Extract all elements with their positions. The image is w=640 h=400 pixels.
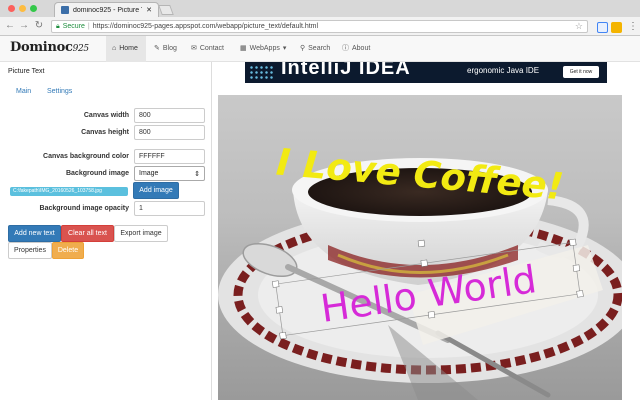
tab-title: dominoc925 - Picture Text [73,6,142,14]
bg-image-value: Image [139,170,159,177]
bg-image-select[interactable]: Image ⇕ [134,166,205,181]
back-icon[interactable]: ← [4,20,16,32]
browser-tab[interactable]: dominoc925 - Picture Text ✕ [54,2,159,17]
minimize-window-icon[interactable] [19,5,26,12]
bg-image-label: Background image [65,170,129,177]
nav-search[interactable]: ⚲ Search [294,36,336,62]
nav-about[interactable]: ⓘ About [336,36,376,62]
canvas-width-label: Canvas width [83,112,129,119]
forward-icon[interactable]: → [18,20,30,32]
info-icon: ⓘ [342,45,349,52]
banner-pattern [249,65,275,80]
maximize-window-icon[interactable] [30,5,37,12]
banner-tagline: ergonomic Java IDE [467,66,540,75]
canvas-text-love-coffee[interactable]: I Love Coffee! [275,141,566,209]
lock-icon: 🔒︎ [56,22,60,30]
panel-title: Picture Text [8,68,45,75]
canvas-text-hello-world[interactable]: Hello World [318,257,539,331]
nav-contact-label: Contact [199,45,224,52]
resize-handle-bottom-right[interactable] [576,290,584,298]
selected-text-group[interactable]: Hello World [270,219,584,340]
nav-home[interactable]: ⌂ Home [106,36,146,62]
properties-button[interactable]: Properties [8,242,52,259]
url-text: https://dominoc925-pages.appspot.com/web… [92,23,319,30]
tab-settings[interactable]: Settings [47,88,72,95]
envelope-icon: ✉ [191,45,197,52]
delete-button[interactable]: Delete [52,242,84,259]
ad-banner[interactable]: IntelliJ IDEA ergonomic Java IDE Get it … [245,62,607,83]
clear-all-text-button[interactable]: Clear all text [61,225,114,242]
bookmark-star-icon[interactable]: ☆ [575,21,583,32]
resize-handle-left[interactable] [275,306,283,314]
grid-icon: ▦ [240,45,247,52]
nav-blog[interactable]: ✎ Blog [148,36,183,62]
nav-webapps[interactable]: ▦ WebApps ▾ [234,36,292,62]
file-name-badge: C:\fakepath\IMG_20160526_103758.jpg [10,187,128,196]
address-bar[interactable]: 🔒︎ Secure | https://dominoc925-pages.app… [51,20,588,33]
pencil-icon: ✎ [154,45,160,52]
nav-blog-label: Blog [162,45,177,52]
extension-icon-2[interactable] [611,22,622,33]
resize-handle-top-right[interactable] [569,238,577,247]
close-window-icon[interactable] [8,5,15,12]
close-tab-icon[interactable]: ✕ [146,6,152,14]
updown-icon: ⇕ [194,171,200,178]
resize-handle-top[interactable] [420,259,428,267]
banner-cta-button[interactable]: Get it now [563,66,599,78]
nav-contact[interactable]: ✉ Contact [185,36,230,62]
home-icon: ⌂ [112,45,117,52]
nav-webapps-label: WebApps [249,45,280,52]
resize-handle-top-left[interactable] [272,280,280,288]
bg-color-input[interactable]: FFFFFF [134,149,205,164]
banner-headline: IntelliJ IDEA [281,62,411,79]
resize-handle-right[interactable] [572,264,581,272]
reload-icon[interactable]: ↻ [33,20,45,32]
brand-name: Dominoc [10,40,73,55]
resize-handle-bottom-left[interactable] [279,331,287,340]
rotate-handle[interactable] [417,239,426,248]
site-logo[interactable]: Dominoc925 [10,40,89,55]
canvas-height-label: Canvas height [81,129,129,136]
search-icon: ⚲ [300,45,306,52]
canvas-width-input[interactable]: 800 [134,108,205,123]
tab-main[interactable]: Main [16,88,31,95]
nav-about-label: About [352,45,371,52]
resize-handle-bottom[interactable] [427,311,436,319]
bg-color-label: Canvas background color [43,153,129,160]
bg-opacity-input[interactable]: 1 [134,201,205,216]
caret-down-icon: ▾ [282,45,287,52]
brand-suffix: 925 [72,44,90,54]
export-image-button[interactable]: Export image [114,225,168,242]
nav-home-label: Home [119,45,138,52]
secure-label: Secure [62,23,85,30]
extension-icon[interactable] [597,22,608,33]
nav-search-label: Search [308,45,331,52]
text-overlay-layer: I Love Coffee! Hello World [270,141,584,340]
bg-opacity-label: Background image opacity [39,205,129,212]
url-divider: | [87,23,90,30]
canvas-height-input[interactable]: 800 [134,125,205,140]
add-new-text-button[interactable]: Add new text [8,225,61,242]
favicon-icon [61,6,69,14]
browser-menu-icon[interactable]: ⋮ [628,21,638,32]
add-image-button[interactable]: Add image [133,182,179,199]
